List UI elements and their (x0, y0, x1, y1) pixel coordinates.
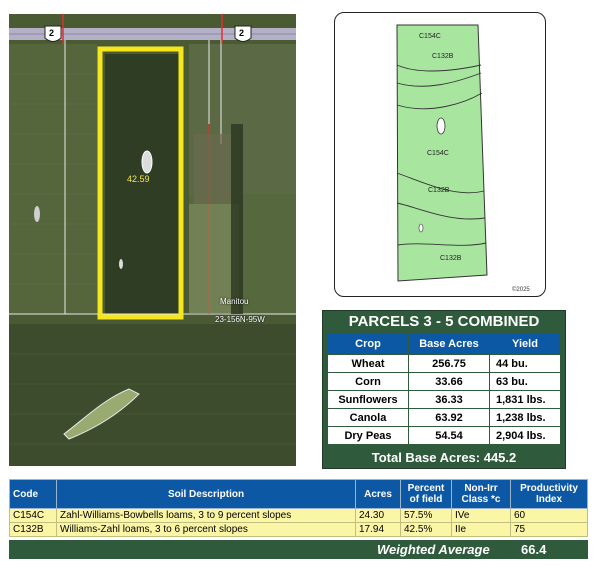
crop-cell: Wheat (327, 354, 409, 373)
productivity-cell: 75 (510, 522, 588, 537)
parcels-title: PARCELS 3 - 5 COMBINED (348, 313, 540, 330)
base-acres-cell: 36.33 (408, 390, 490, 409)
yield-cell: 1,831 lbs. (489, 390, 561, 409)
soil-unit-label: C132B (432, 53, 454, 60)
yield-cell: 63 bu. (489, 372, 561, 391)
column-header-yield: Yield (489, 333, 561, 355)
highway-shield-number: 2 (49, 28, 55, 38)
aerial-imagery (9, 14, 296, 466)
highway-shield-number: 2 (239, 28, 245, 38)
column-header-percent-of-field: Percent of field (400, 479, 452, 509)
section-label: 23-156N-95W (215, 315, 265, 324)
percent-cell: 42.5% (400, 522, 452, 537)
column-header-crop: Crop (327, 333, 409, 355)
column-header-base-acres: Base Acres (408, 333, 490, 355)
table-row: Corn 33.66 63 bu. (327, 372, 561, 391)
acres-cell: 17.94 (355, 522, 401, 537)
class-cell: IIe (451, 522, 511, 537)
column-header-acres: Acres (355, 479, 401, 509)
crop-cell: Dry Peas (327, 426, 409, 445)
class-cell: IVe (451, 508, 511, 523)
table-row: Sunflowers 36.33 1,831 lbs. (327, 390, 561, 409)
weighted-average-bar: Weighted Average 66.4 (9, 540, 588, 559)
crop-table: Crop Base Acres Yield Wheat 256.75 44 bu… (327, 333, 561, 445)
soil-unit-label: C132B (428, 187, 450, 194)
base-acres-cell: 256.75 (408, 354, 490, 373)
soil-code-cell: C154C (9, 508, 57, 523)
crop-cell: Corn (327, 372, 409, 391)
yield-cell: 44 bu. (489, 354, 561, 373)
acres-cell: 24.30 (355, 508, 401, 523)
base-acres-cell: 54.54 (408, 426, 490, 445)
base-acres-cell: 63.92 (408, 408, 490, 427)
soil-table: Code Soil Description Acres Percent of f… (9, 479, 588, 537)
table-row: C132B Williams-Zahl loams, 3 to 6 percen… (9, 522, 588, 537)
base-acres-cell: 33.66 (408, 372, 490, 391)
parcel-acres-label: 42.59 (127, 174, 150, 184)
percent-cell: 57.5% (400, 508, 452, 523)
total-base-acres: Total Base Acres: 445.2 (371, 450, 517, 465)
yield-cell: 2,904 lbs. (489, 426, 561, 445)
soil-description-cell: Williams-Zahl loams, 3 to 6 percent slop… (56, 522, 356, 537)
soil-unit-label: C132B (440, 255, 462, 262)
column-header-code: Code (9, 479, 57, 509)
soil-unit-label: C154C (427, 150, 449, 157)
yield-cell: 1,238 lbs. (489, 408, 561, 427)
table-row: C154C Zahl-Williams-Bowbells loams, 3 to… (9, 508, 588, 523)
table-row: Wheat 256.75 44 bu. (327, 354, 561, 373)
crop-cell: Canola (327, 408, 409, 427)
copyright-label: ©2025 (512, 287, 530, 293)
weighted-average-value: 66.4 (521, 542, 547, 557)
soil-description-cell: Zahl-Williams-Bowbells loams, 3 to 9 per… (56, 508, 356, 523)
column-header-non-irr-class: Non-Irr Class *c (451, 479, 511, 509)
soil-map: C154C C132B C154C C132B C132B ©2025 (334, 12, 546, 297)
table-row: Dry Peas 54.54 2,904 lbs. (327, 426, 561, 445)
road-name-label: Manitou (220, 297, 249, 306)
weighted-average-label: Weighted Average (377, 542, 490, 557)
productivity-cell: 60 (510, 508, 588, 523)
aerial-map: 2 2 42.59 Manitou 23-156N-95W (9, 14, 296, 466)
soil-table-section: Code Soil Description Acres Percent of f… (9, 479, 588, 559)
table-row: Canola 63.92 1,238 lbs. (327, 408, 561, 427)
column-header-soil-description: Soil Description (56, 479, 356, 509)
parcels-summary: PARCELS 3 - 5 COMBINED Crop Base Acres Y… (322, 310, 566, 469)
soil-unit-label: C154C (419, 33, 441, 40)
column-header-productivity-index: Productivity Index (510, 479, 588, 509)
crop-cell: Sunflowers (327, 390, 409, 409)
soil-code-cell: C132B (9, 522, 57, 537)
